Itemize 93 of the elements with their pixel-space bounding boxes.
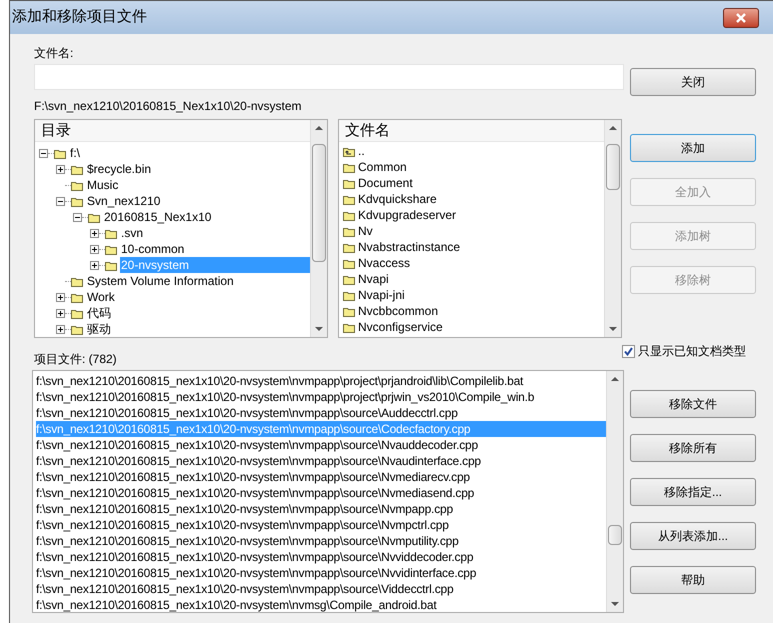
file-path-row[interactable]: f:\svn_nex1210\20160815_nex1x10\20-nvsystem\nvmpapp\source\Viddecctrl.cpp — [36, 581, 606, 597]
file-name[interactable]: Document — [358, 174, 413, 192]
file-path-row[interactable]: f:\svn_nex1210\20160815_nex1x10\20-nvsystem\nvmpapp\source\Nvvidinterface.cpp — [36, 565, 606, 581]
file-path-row[interactable]: f:\svn_nex1210\20160815_nex1x10\20-nvsystem\nvmpapp\source\Nvmpctrl.cpp — [36, 517, 606, 533]
tree-item[interactable]: Music — [86, 177, 120, 193]
expand-icon[interactable] — [90, 228, 99, 238]
dialog-button[interactable]: 帮助 — [630, 566, 756, 594]
file-name[interactable]: Kdvupgradeserver — [358, 206, 456, 224]
file-path-row[interactable]: f:\svn_nex1210\20160815_nex1x10\20-nvsystem\nvmpapp\project\prjandroid\lib\Compilelib.bat — [36, 373, 606, 389]
dialog-button[interactable]: 移除指定... — [630, 478, 756, 506]
scrollbar[interactable] — [606, 371, 623, 612]
tree-item[interactable]: System Volume Information — [86, 273, 235, 289]
field-label: 文件名: — [34, 45, 74, 60]
dialog-button[interactable]: 关闭 — [630, 68, 756, 96]
dialog-button[interactable]: 添加 — [630, 134, 756, 162]
expand-icon[interactable] — [90, 244, 99, 254]
file-path-row[interactable]: f:\svn_nex1210\20160815_nex1x10\20-nvsystem\nvmpapp\source\Nvmediarecv.cpp — [36, 469, 606, 485]
dialog-button[interactable]: 移除文件 — [630, 390, 756, 418]
tree-item[interactable]: f:\ — [69, 145, 82, 161]
checkbox-label: 只显示已知文档类型 — [638, 343, 746, 360]
expand-icon[interactable] — [56, 292, 65, 302]
tree-item[interactable]: .svn — [120, 225, 144, 241]
column-header: 目录 — [35, 120, 310, 142]
tree-item[interactable]: 10-common — [120, 241, 186, 257]
tree-item[interactable]: $recycle.bin — [86, 161, 152, 177]
folder-icon — [71, 292, 83, 302]
folder-icon — [105, 228, 117, 238]
folder-icon — [343, 178, 355, 188]
folder-icon — [105, 260, 117, 270]
close-button[interactable] — [723, 8, 759, 28]
tree-item[interactable]: Svn_nex1210 — [86, 193, 162, 209]
column-header: 文件名 — [339, 120, 604, 142]
dialog-button[interactable]: 移除所有 — [630, 434, 756, 462]
file-name[interactable]: Nvapi — [358, 270, 389, 288]
file-path-row[interactable]: f:\svn_nex1210\20160815_nex1x10\20-nvsystem\nvmpapp\source\Nvaudinterface.cpp — [36, 453, 606, 469]
file-path-row[interactable]: f:\svn_nex1210\20160815_nex1x10\20-nvsystem\nvmpapp\source\Auddecctrl.cpp — [36, 405, 606, 421]
filename-field[interactable] — [34, 64, 624, 90]
tree-item[interactable]: 20160815_Nex1x10 — [103, 209, 212, 225]
file-path-row[interactable]: f:\svn_nex1210\20160815_nex1x10\20-nvsystem\nvmpapp\source\Nvmpapp.cpp — [36, 501, 606, 517]
folder-icon — [71, 276, 83, 286]
scrollbar[interactable] — [310, 120, 327, 337]
file-name[interactable]: Nvcbbcommon — [358, 302, 438, 320]
folder-icon — [88, 212, 100, 222]
checkbox[interactable] — [622, 344, 635, 358]
folder-icon — [343, 274, 355, 284]
folder-icon — [343, 194, 355, 204]
collapse-icon[interactable] — [73, 212, 82, 222]
folder-icon — [343, 226, 355, 236]
collapse-icon[interactable] — [39, 148, 48, 158]
folder-icon — [54, 148, 66, 158]
scrollbar[interactable] — [604, 120, 621, 337]
file-path-row[interactable]: f:\svn_nex1210\20160815_nex1x10\20-nvsystem\nvmpapp\source\Nvviddecoder.cpp — [36, 549, 606, 565]
up-folder-icon — [343, 146, 355, 156]
file-path-row[interactable]: f:\svn_nex1210\20160815_nex1x10\20-nvsystem\nvmpapp\source\Nvauddecoder.cpp — [36, 437, 606, 453]
folder-icon — [71, 180, 83, 190]
file-name[interactable]: Nvapi-jni — [358, 286, 405, 304]
folder-icon — [343, 322, 355, 332]
folder-icon — [71, 324, 83, 334]
expand-icon[interactable] — [90, 260, 99, 270]
file-path-row[interactable]: f:\svn_nex1210\20160815_nex1x10\20-nvsystem\nvmpapp\source\Nvmputility.cpp — [36, 533, 606, 549]
file-path-row[interactable]: f:\svn_nex1210\20160815_nex1x10\20-nvsystem\nvmpapp\source\Nvmediasend.cpp — [36, 485, 606, 501]
current-path: F:\svn_nex1210\20160815_Nex1x10\20-nvsystem — [34, 98, 303, 113]
file-name[interactable]: Nvabstractinstance — [358, 238, 460, 256]
file-name[interactable]: Nv — [358, 222, 373, 240]
tree-item[interactable]: Work — [86, 289, 116, 305]
folder-icon — [71, 308, 83, 318]
checkmark-icon — [624, 346, 633, 356]
folder-icon — [343, 258, 355, 268]
folder-icon — [71, 196, 83, 206]
section-label: 项目文件: (782) — [34, 351, 118, 366]
file-name[interactable]: Nvaccess — [358, 254, 410, 272]
dialog-button[interactable]: 从列表添加... — [630, 522, 756, 550]
file-path-row[interactable]: f:\svn_nex1210\20160815_nex1x10\20-nvsystem\nvmpapp\project\prjwin_vs2010\Compile_win.b — [36, 389, 606, 405]
folder-icon — [343, 242, 355, 252]
folder-icon — [343, 290, 355, 300]
folder-icon — [343, 162, 355, 172]
file-path-row[interactable]: f:\svn_nex1210\20160815_nex1x10\20-nvsystem\nvmsg\Compile_android.bat — [36, 597, 606, 612]
folder-icon — [343, 306, 355, 316]
folder-icon — [343, 210, 355, 220]
close-icon — [736, 12, 746, 22]
tree-item[interactable]: 代码 — [86, 305, 112, 321]
expand-icon[interactable] — [56, 308, 65, 318]
file-name[interactable]: Kdvquickshare — [358, 190, 437, 208]
collapse-icon[interactable] — [56, 196, 65, 206]
file-name[interactable]: .. — [358, 142, 365, 160]
window-title: 添加和移除项目文件 — [12, 7, 147, 28]
tree-item[interactable]: 驱动 — [86, 321, 112, 337]
folder-icon — [105, 244, 117, 254]
folder-icon — [71, 164, 83, 174]
file-name[interactable]: Common — [358, 158, 407, 176]
expand-icon[interactable] — [56, 324, 65, 334]
expand-icon[interactable] — [56, 164, 65, 174]
file-name[interactable]: Nvconfigservice — [358, 318, 443, 336]
